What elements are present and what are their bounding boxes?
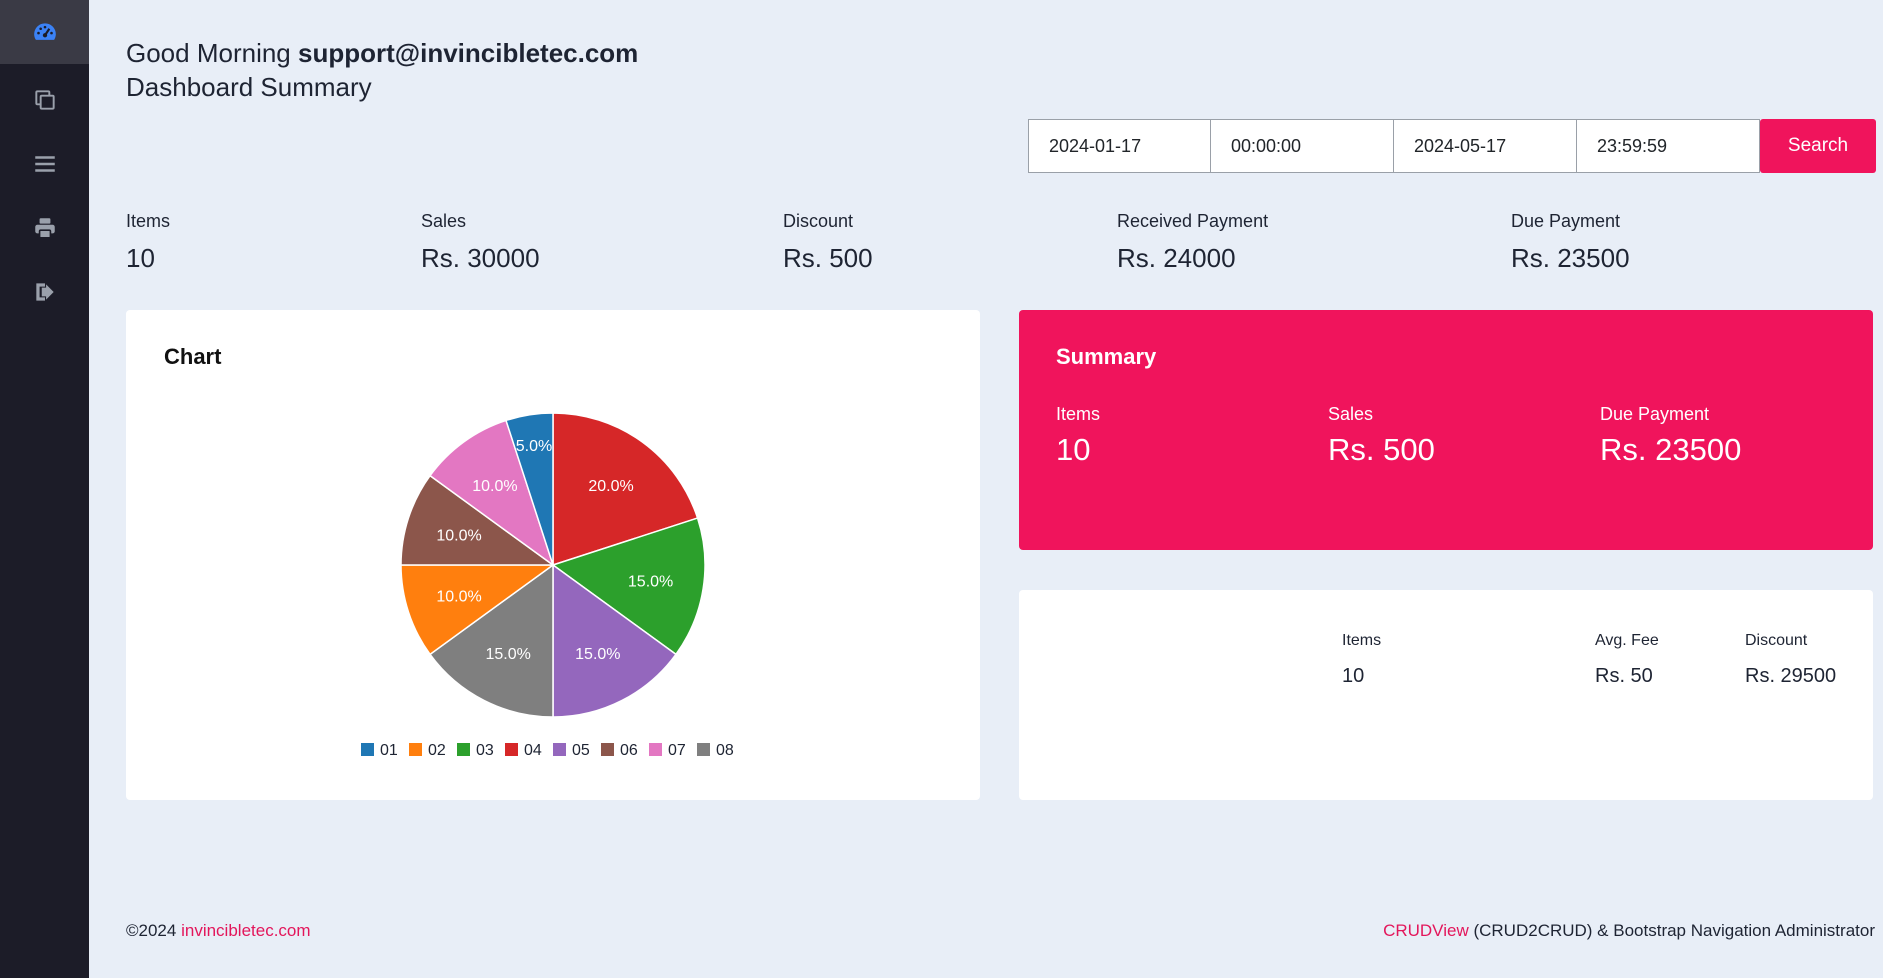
- footer-credits: CRUDView (CRUD2CRUD) & Bootstrap Navigat…: [1383, 921, 1875, 941]
- sidebar-item-logout[interactable]: [0, 260, 89, 324]
- user-email: support@invincibletec.com: [298, 38, 639, 68]
- legend-swatch-03: [457, 743, 470, 756]
- legend-item-01[interactable]: 01: [361, 742, 398, 759]
- footer-copyright: ©2024 invincibletec.com: [126, 921, 311, 941]
- pie-chart: 20.0% 15.0% 15.0% 15.0% 10.0% 10.0% 10.0% 5.0% 0…: [361, 412, 734, 759]
- detail-value: 10: [1342, 665, 1365, 687]
- legend-item-04[interactable]: 04: [505, 742, 542, 759]
- stat-label: Items: [126, 211, 171, 231]
- dashboard-icon: [33, 23, 56, 40]
- legend-swatch-01: [361, 743, 374, 756]
- detail-items: Items 10: [1342, 630, 1381, 688]
- main-content: Good Morning support@invincibletec.com D…: [89, 0, 1883, 978]
- legend-label-02: 02: [428, 742, 446, 759]
- summary-sales: Sales Rs. 500: [1328, 402, 1435, 468]
- copy-icon: [34, 90, 55, 110]
- stat-value: 10: [126, 243, 155, 273]
- legend-label-07: 07: [668, 742, 686, 759]
- pie-slice-label-06: 10.0%: [436, 527, 481, 544]
- pie-slice-label-08: 15.0%: [485, 646, 530, 663]
- summary-value: Rs. 500: [1328, 432, 1435, 467]
- stat-due-payment: Due Payment Rs. 23500: [1511, 209, 1630, 273]
- stat-items: Items 10: [126, 209, 170, 273]
- stat-label: Received Payment: [1117, 211, 1269, 231]
- end-time-input[interactable]: [1577, 119, 1760, 173]
- start-time-input[interactable]: [1211, 119, 1394, 173]
- stat-value: Rs. 500: [783, 243, 873, 273]
- pie-slice-label-03: 15.0%: [628, 573, 673, 590]
- summary-items: Items 10: [1056, 402, 1100, 468]
- site-link[interactable]: invincibletec.com: [181, 921, 310, 940]
- list-icon: [34, 156, 55, 172]
- legend-swatch-08: [697, 743, 710, 756]
- legend-label-01: 01: [380, 742, 398, 759]
- stat-value: Rs. 30000: [421, 243, 540, 273]
- logout-icon: [35, 283, 54, 301]
- legend-item-02[interactable]: 02: [409, 742, 446, 759]
- legend-item-05[interactable]: 05: [553, 742, 590, 759]
- greeting: Good Morning support@invincibletec.com: [126, 36, 638, 70]
- legend-label-04: 04: [524, 742, 542, 759]
- copyright-text: ©2024: [126, 921, 177, 940]
- pie-slice-label-07: 10.0%: [472, 478, 517, 495]
- legend-item-07[interactable]: 07: [649, 742, 686, 759]
- page-title: Dashboard Summary: [126, 72, 372, 102]
- stat-sales: Sales Rs. 30000: [421, 209, 540, 273]
- pie-slice-label-04: 20.0%: [588, 478, 633, 495]
- legend-swatch-06: [601, 743, 614, 756]
- legend-swatch-02: [409, 743, 422, 756]
- pie-slice-label-01: 5.0%: [516, 438, 552, 455]
- detail-label: Items: [1342, 632, 1382, 649]
- summary-label: Sales: [1328, 404, 1374, 424]
- sidebar: [0, 0, 89, 978]
- end-date-input[interactable]: [1394, 119, 1577, 173]
- chart-card: Chart 20.0% 15.0% 15.0% 15.0% 10.0% 10.0% 10.0…: [126, 310, 980, 800]
- stat-value: Rs. 23500: [1511, 243, 1630, 273]
- sidebar-item-dashboard[interactable]: [0, 0, 89, 64]
- legend-label-08: 08: [716, 742, 734, 759]
- summary-card: Summary Items 10 Sales Rs. 500 Due Payme…: [1019, 310, 1873, 550]
- legend-item-08[interactable]: 08: [697, 742, 734, 759]
- summary-title: Summary: [1056, 344, 1157, 369]
- details-card: Items 10 Avg. Fee Rs. 50 Discount Rs. 29…: [1019, 590, 1873, 800]
- detail-label: Avg. Fee: [1595, 632, 1659, 649]
- app-window: Good Morning support@invincibletec.com D…: [0, 0, 1883, 978]
- stat-label: Discount: [783, 211, 854, 231]
- summary-value: Rs. 23500: [1600, 432, 1742, 467]
- stat-value: Rs. 24000: [1117, 243, 1236, 273]
- sidebar-item-list[interactable]: [0, 132, 89, 196]
- pie-slice-label-05: 15.0%: [575, 646, 620, 663]
- legend-label-05: 05: [572, 742, 590, 759]
- sidebar-item-copy[interactable]: [0, 68, 89, 132]
- summary-label: Items: [1056, 404, 1101, 424]
- stat-received-payment: Received Payment Rs. 24000: [1117, 209, 1268, 273]
- legend-label-03: 03: [476, 742, 494, 759]
- product-link[interactable]: CRUDView: [1383, 921, 1469, 940]
- date-filter-bar: Search: [1028, 119, 1876, 173]
- detail-value: Rs. 50: [1595, 665, 1653, 687]
- sidebar-item-print[interactable]: [0, 196, 89, 260]
- summary-due-payment: Due Payment Rs. 23500: [1600, 402, 1741, 468]
- stat-label: Due Payment: [1511, 211, 1621, 231]
- legend-swatch-07: [649, 743, 662, 756]
- detail-discount: Discount Rs. 29500: [1745, 630, 1836, 688]
- summary-label: Due Payment: [1600, 404, 1710, 424]
- stat-discount: Discount Rs. 500: [783, 209, 873, 273]
- pie-slice-label-02: 10.0%: [436, 589, 481, 606]
- legend-label-06: 06: [620, 742, 638, 759]
- greeting-prefix: Good Morning: [126, 38, 291, 68]
- detail-avg-fee: Avg. Fee Rs. 50: [1595, 630, 1659, 688]
- detail-value: Rs. 29500: [1745, 665, 1837, 687]
- stat-label: Sales: [421, 211, 467, 231]
- product-credits: (CRUD2CRUD) & Bootstrap Navigation Admin…: [1473, 921, 1875, 940]
- start-date-input[interactable]: [1028, 119, 1211, 173]
- legend-item-03[interactable]: 03: [457, 742, 494, 759]
- legend-swatch-04: [505, 743, 518, 756]
- legend-swatch-05: [553, 743, 566, 756]
- summary-value: 10: [1056, 432, 1091, 467]
- detail-label: Discount: [1745, 632, 1808, 649]
- search-button[interactable]: Search: [1760, 119, 1876, 173]
- legend-item-06[interactable]: 06: [601, 742, 638, 759]
- printer-icon: [34, 218, 55, 239]
